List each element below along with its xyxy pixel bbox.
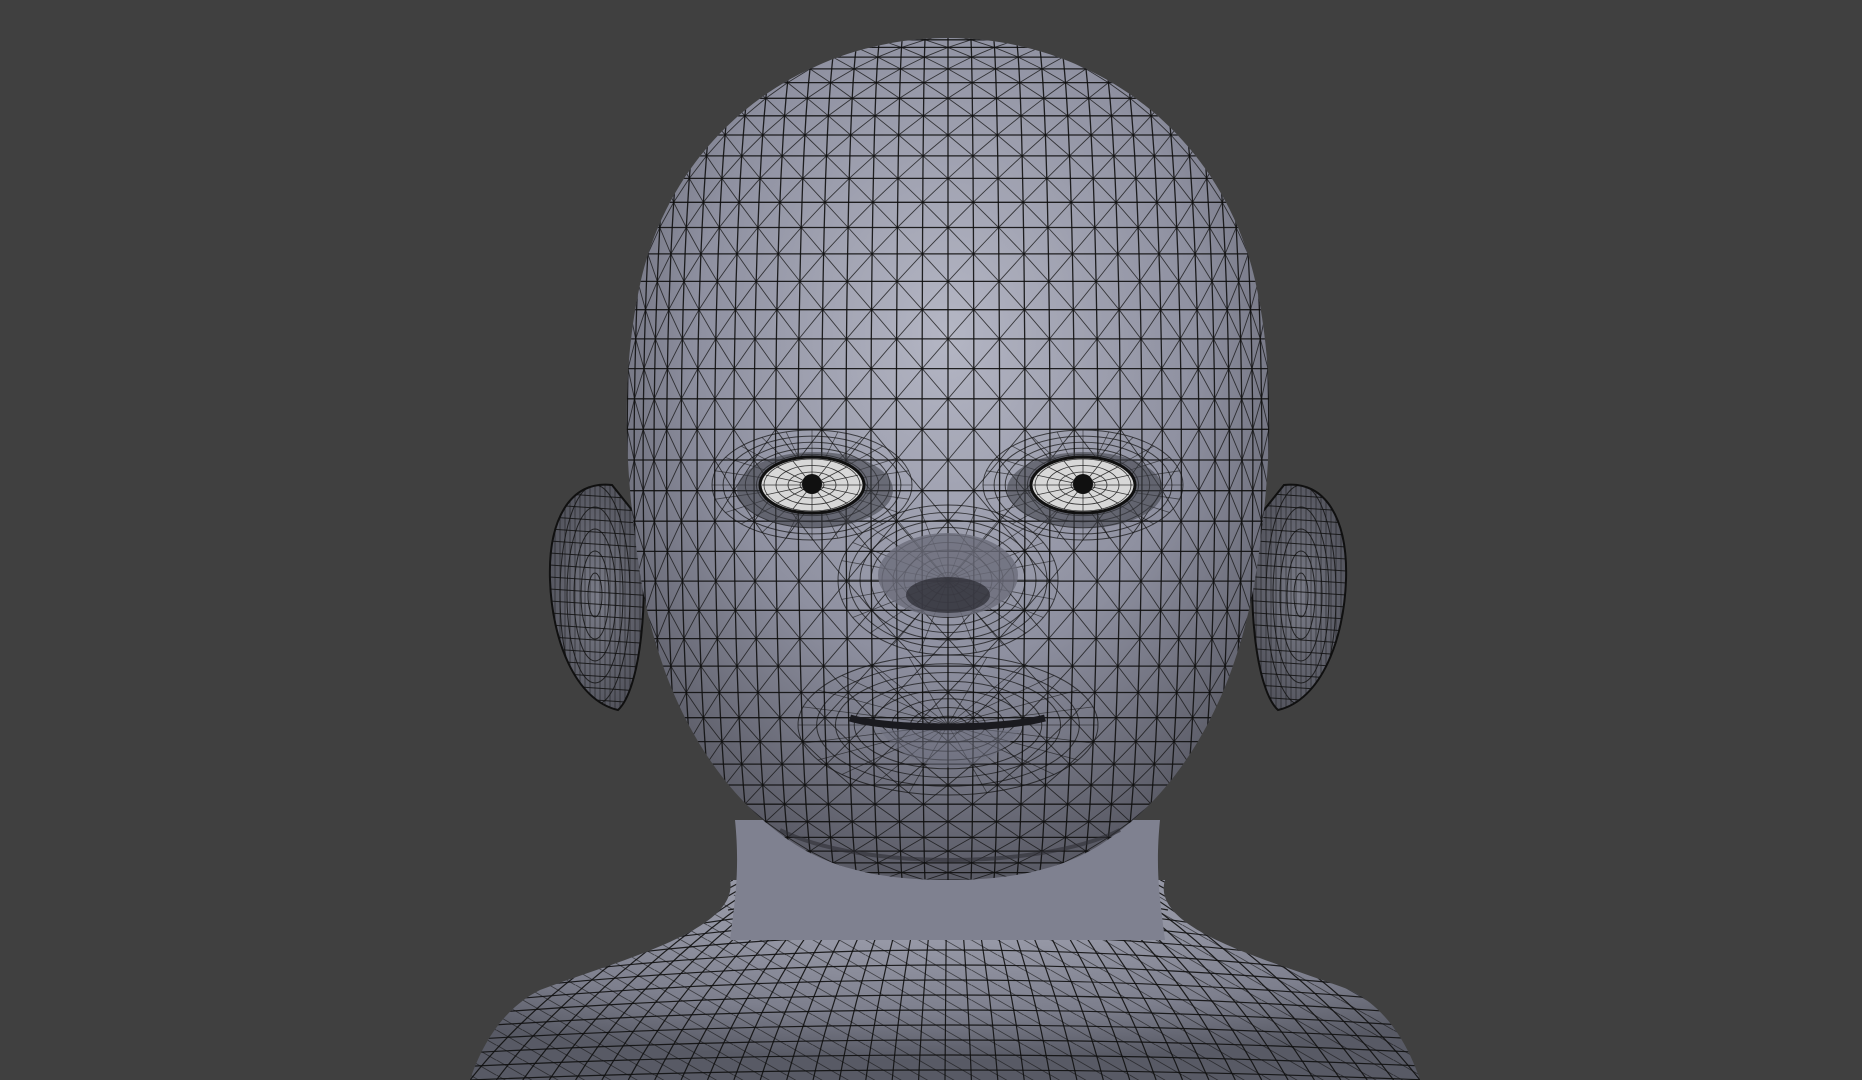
mesh-head[interactable] [618,30,1278,890]
3d-viewport[interactable] [0,0,1862,1080]
mesh-scene[interactable] [0,0,1862,1080]
pupil-right [1073,474,1093,494]
pupil-left [802,474,822,494]
nostril-area [906,577,990,613]
